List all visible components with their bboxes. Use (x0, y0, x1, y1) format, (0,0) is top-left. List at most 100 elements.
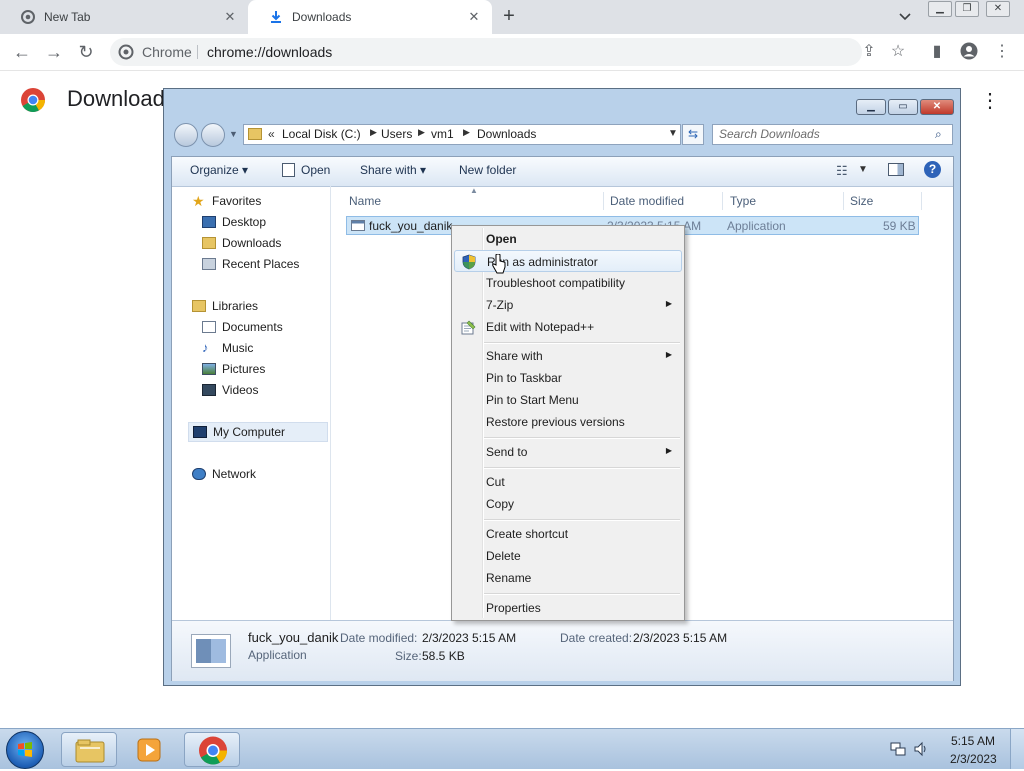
menu-label: Create shortcut (486, 527, 569, 541)
breadcrumb-separator-icon[interactable]: ▶ (418, 127, 425, 138)
network-tray-icon[interactable] (890, 741, 906, 757)
breadcrumb-separator-icon[interactable]: ▶ (463, 127, 470, 138)
taskbar-chrome-button[interactable] (184, 732, 240, 767)
menu-item-rename[interactable]: Rename (454, 567, 682, 589)
uac-shield-icon (461, 254, 477, 270)
column-divider[interactable] (921, 192, 922, 210)
tab-search-chevron-icon[interactable] (895, 10, 915, 26)
column-header-size[interactable]: Size (850, 194, 873, 208)
column-header-type[interactable]: Type (730, 194, 756, 208)
forward-arrow-icon[interactable]: → (43, 42, 65, 62)
menu-label: Pin to Start Menu (486, 393, 579, 407)
menu-item-pin-to-start-menu[interactable]: Pin to Start Menu (454, 389, 682, 411)
taskbar-explorer-button[interactable] (61, 732, 117, 767)
address-dropdown-icon[interactable]: ▼ (668, 128, 678, 139)
menu-item-pin-to-taskbar[interactable]: Pin to Taskbar (454, 367, 682, 389)
explorer-close-button[interactable]: ✕ (920, 99, 954, 115)
profile-avatar-icon[interactable] (958, 42, 980, 62)
explorer-maximize-button[interactable]: ▭ (888, 99, 918, 115)
music-icon: ♪ (202, 340, 209, 355)
menu-item-copy[interactable]: Copy (454, 493, 682, 515)
volume-tray-icon[interactable] (913, 741, 929, 757)
tab-downloads[interactable]: Downloads ✕ (248, 0, 492, 34)
new-tab-button[interactable]: + (498, 6, 520, 28)
menu-item-delete[interactable]: Delete (454, 545, 682, 567)
side-panel-icon[interactable]: ▮ (926, 42, 948, 62)
omnibox-url[interactable]: chrome://downloads (207, 44, 332, 60)
menu-separator (484, 593, 680, 595)
restore-window-button[interactable]: ❐ (955, 1, 979, 17)
tab-new-tab[interactable]: New Tab ✕ (0, 0, 248, 34)
nav-label: Videos (222, 383, 259, 397)
menu-item-troubleshoot-compatibility[interactable]: Troubleshoot compatibility (454, 272, 682, 294)
breadcrumb-users[interactable]: Users (381, 127, 412, 141)
close-tab-icon[interactable]: ✕ (222, 9, 238, 25)
breadcrumb-downloads[interactable]: Downloads (477, 127, 536, 141)
nav-music[interactable]: ♪ Music (202, 338, 253, 358)
nav-videos[interactable]: Videos (202, 380, 258, 400)
reload-icon[interactable]: ↻ (75, 42, 97, 62)
address-bar[interactable]: « Local Disk (C:) ▶ Users ▶ vm1 ▶ Downlo… (243, 124, 681, 145)
nav-downloads[interactable]: Downloads (202, 233, 281, 253)
recent-pages-chevron-icon[interactable]: ▼ (229, 129, 238, 139)
nav-documents[interactable]: Documents (202, 317, 283, 337)
taskbar-media-player-button[interactable] (123, 732, 179, 767)
nav-favorites[interactable]: ★ Favorites (192, 191, 261, 211)
nav-network[interactable]: Network (192, 464, 256, 484)
show-desktop-button[interactable] (1010, 729, 1024, 769)
column-divider[interactable] (603, 192, 604, 210)
breadcrumb-vm1[interactable]: vm1 (431, 127, 454, 141)
view-dropdown-icon[interactable]: ▼ (858, 164, 868, 175)
menu-item-properties[interactable]: Properties (454, 597, 682, 619)
nav-recent-places[interactable]: Recent Places (202, 254, 299, 274)
menu-item-7zip[interactable]: 7-Zip ▶ (454, 294, 682, 316)
back-arrow-icon[interactable]: ← (11, 42, 33, 62)
breadcrumb-local-disk[interactable]: Local Disk (C:) (282, 127, 361, 141)
menu-item-edit-with-notepad[interactable]: Edit with Notepad++ (454, 316, 682, 338)
menu-item-cut[interactable]: Cut (454, 471, 682, 493)
search-input[interactable]: Search Downloads ⌕ (712, 124, 953, 145)
menu-item-run-as-administrator[interactable]: Run as administrator (454, 250, 682, 272)
nav-my-computer[interactable]: My Computer (188, 422, 328, 442)
nav-libraries[interactable]: Libraries (192, 296, 258, 316)
bookmark-star-icon[interactable]: ☆ (887, 42, 909, 62)
share-icon[interactable]: ⇪ (858, 42, 880, 62)
explorer-minimize-button[interactable]: ▁ (856, 99, 886, 115)
details-date-created-label: Date created: (560, 631, 633, 645)
share-with-button[interactable]: Share with ▾ (360, 163, 426, 177)
chrome-menu-icon[interactable]: ⋮ (991, 42, 1013, 62)
address-overflow[interactable]: « (268, 127, 275, 141)
menu-item-restore-previous-versions[interactable]: Restore previous versions (454, 411, 682, 433)
close-window-button[interactable]: ✕ (986, 1, 1010, 17)
help-icon[interactable]: ? (924, 161, 941, 178)
chrome-taskbar-icon (199, 736, 227, 765)
column-header-name[interactable]: Name (349, 194, 381, 208)
refresh-icon[interactable]: ⇆ (682, 124, 704, 145)
menu-item-share-with[interactable]: Share with ▶ (454, 345, 682, 367)
downloads-more-icon[interactable]: ⋮ (980, 88, 1000, 112)
clock-date[interactable]: 2/3/2023 (950, 752, 997, 766)
close-tab-icon[interactable]: ✕ (466, 9, 482, 25)
nav-desktop[interactable]: Desktop (202, 212, 266, 232)
breadcrumb-separator-icon[interactable]: ▶ (370, 127, 377, 138)
column-divider[interactable] (722, 192, 723, 210)
menu-separator (484, 342, 680, 344)
start-button-windows-icon[interactable] (6, 731, 44, 769)
clock-time[interactable]: 5:15 AM (951, 734, 995, 748)
column-divider[interactable] (843, 192, 844, 210)
change-view-icon[interactable]: ☷ (836, 163, 848, 179)
menu-item-create-shortcut[interactable]: Create shortcut (454, 523, 682, 545)
column-header-date-modified[interactable]: Date modified (610, 194, 684, 208)
new-folder-button[interactable]: New folder (459, 163, 516, 177)
open-button[interactable]: Open (301, 163, 330, 177)
minimize-window-button[interactable]: ▁ (928, 1, 952, 17)
search-icon[interactable]: ⌕ (935, 127, 942, 142)
preview-pane-icon[interactable] (888, 163, 904, 176)
explorer-back-button[interactable] (174, 123, 198, 147)
organize-button[interactable]: Organize ▾ (190, 163, 248, 177)
details-file-name: fuck_you_danik (248, 630, 339, 645)
explorer-forward-button[interactable] (201, 123, 225, 147)
menu-item-open[interactable]: Open (454, 228, 682, 250)
nav-pictures[interactable]: Pictures (202, 359, 265, 379)
menu-item-send-to[interactable]: Send to ▶ (454, 441, 682, 463)
